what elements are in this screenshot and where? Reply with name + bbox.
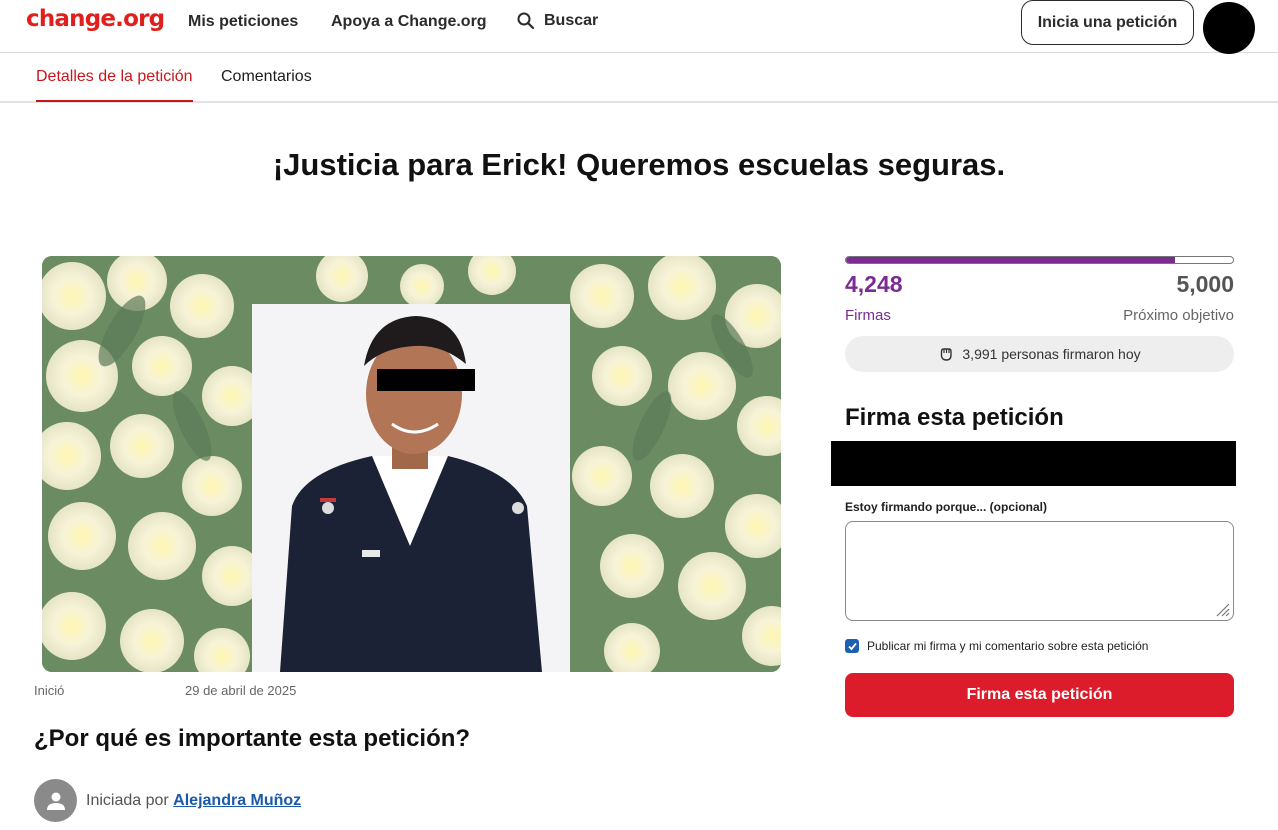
sign-form-heading: Firma esta petición	[845, 404, 1064, 431]
publish-label: Publicar mi firma y mi comentario sobre …	[867, 639, 1149, 653]
search-label: Buscar	[544, 12, 599, 29]
nav-search[interactable]: Buscar	[516, 11, 598, 31]
signature-progress-bar	[845, 256, 1234, 264]
search-icon	[517, 12, 535, 30]
reason-label: Estoy firmando porque... (opcional)	[845, 500, 1048, 514]
nav-my-petitions[interactable]: Mis peticiones	[188, 13, 298, 31]
author-avatar	[34, 779, 77, 822]
author-line: Iniciada por Alejandra Muñoz	[86, 792, 301, 810]
sign-petition-button[interactable]: Firma esta petición	[845, 673, 1234, 717]
tab-comments[interactable]: Comentarios	[221, 68, 312, 100]
why-important-heading: ¿Por qué es importante esta petición?	[34, 725, 471, 752]
reason-textarea[interactable]	[845, 521, 1234, 621]
started-date: 29 de abril de 2025	[185, 683, 297, 698]
resize-handle-icon[interactable]	[1214, 601, 1230, 617]
signature-count-label: Firmas	[845, 307, 891, 324]
publish-checkbox-row[interactable]: Publicar mi firma y mi comentario sobre …	[845, 639, 1148, 653]
author-prefix: Iniciada por	[86, 792, 169, 809]
petition-title: ¡Justicia para Erick! Queremos escuelas …	[272, 147, 1006, 182]
user-avatar[interactable]	[1203, 2, 1255, 54]
signature-goal-label: Próximo objetivo	[1123, 307, 1234, 324]
petition-tabs: Detalles de la petición Comentarios	[0, 53, 1278, 103]
change-org-logo[interactable]: change.org	[26, 6, 165, 32]
signed-today-badge: 3,991 personas firmaron hoy	[845, 336, 1234, 372]
start-petition-button[interactable]: Inicia una petición	[1021, 0, 1194, 45]
redacted-block	[831, 441, 1236, 486]
raised-fist-icon	[941, 348, 953, 361]
petition-photo	[42, 256, 781, 672]
tab-petition-details[interactable]: Detalles de la petición	[36, 68, 193, 102]
publish-checkbox[interactable]	[845, 639, 859, 653]
author-name-link[interactable]: Alejandra Muñoz	[173, 792, 301, 809]
nav-support-change[interactable]: Apoya a Change.org	[331, 13, 487, 31]
person-icon	[46, 792, 65, 810]
checkmark-icon	[847, 642, 857, 650]
signature-count: 4,248	[845, 271, 903, 297]
signed-today-text: 3,991 personas firmaron hoy	[962, 346, 1141, 362]
top-navigation-bar: change.org Mis peticiones Apoya a Change…	[0, 0, 1278, 54]
started-label: Inició	[34, 683, 65, 698]
signature-progress-fill	[846, 257, 1175, 263]
signature-goal: 5,000	[1176, 271, 1234, 297]
